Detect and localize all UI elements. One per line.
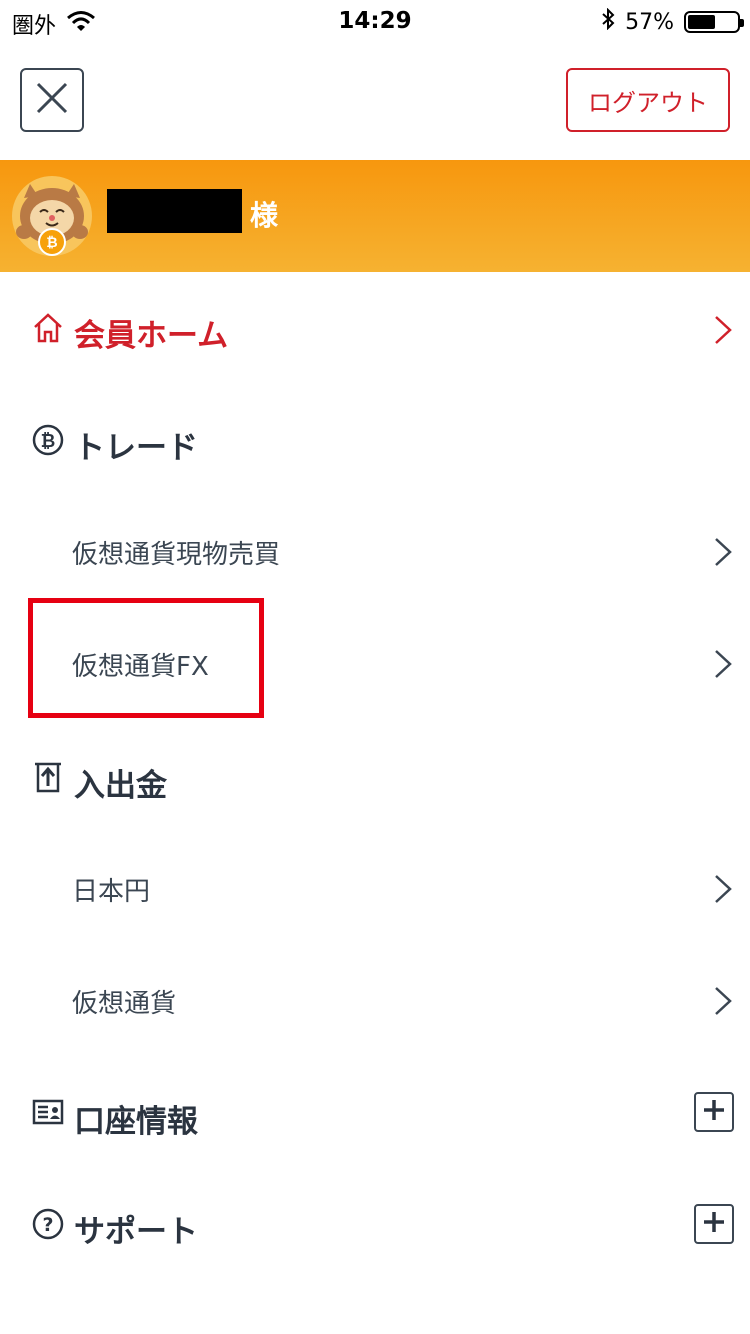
logout-button[interactable]: ログアウト (566, 68, 730, 132)
question-icon: ? (32, 1208, 64, 1240)
support-label: サポート (74, 1214, 198, 1250)
menu-item-spot-trading[interactable]: 仮想通貨現物売買 (0, 502, 750, 602)
chevron-right-icon (714, 315, 732, 345)
battery-icon (684, 11, 744, 33)
chevron-right-icon (714, 986, 732, 1016)
plus-icon (702, 1098, 726, 1126)
bluetooth-icon (601, 7, 615, 36)
trade-label: トレード (74, 430, 198, 466)
status-bar: 圏外 14:29 57% (0, 0, 750, 40)
close-button[interactable] (20, 68, 84, 132)
expand-button[interactable] (694, 1092, 734, 1132)
battery-level (688, 15, 715, 29)
user-banner: ₿ 様 (0, 160, 750, 272)
battery-percent: 57% (625, 9, 674, 35)
chevron-right-icon (714, 649, 732, 679)
crypto-label: 仮想通貨 (72, 989, 177, 1019)
menu-item-crypto[interactable]: 仮想通貨 (0, 950, 750, 1050)
svg-text:?: ? (42, 1214, 53, 1236)
avatar: ₿ (12, 176, 92, 256)
menu-item-account[interactable]: 口座情報 (0, 1062, 750, 1162)
redacted-username (107, 189, 242, 233)
svg-text:₿: ₿ (41, 431, 56, 452)
honorific-label: 様 (250, 199, 279, 232)
menu-item-jpy[interactable]: 日本円 (0, 838, 750, 938)
section-deposit: 入出金 (0, 728, 750, 828)
id-card-icon (32, 1098, 64, 1130)
spot-trading-label: 仮想通貨現物売買 (72, 540, 281, 570)
expand-button[interactable] (694, 1204, 734, 1244)
highlight-frame (28, 598, 264, 718)
transfer-icon (32, 761, 64, 793)
chevron-right-icon (714, 874, 732, 904)
deposit-label: 入出金 (74, 768, 167, 804)
section-trade: ₿ トレード (0, 390, 750, 490)
bitcoin-icon: ₿ (32, 424, 64, 456)
menu-item-support[interactable]: ? サポート (0, 1174, 750, 1274)
home-label: 会員ホーム (74, 318, 229, 354)
menu-item-home[interactable]: 会員ホーム (0, 280, 750, 380)
svg-text:₿: ₿ (46, 235, 57, 251)
plus-icon (702, 1210, 726, 1238)
home-icon (32, 312, 64, 344)
close-icon (35, 81, 69, 119)
account-label: 口座情報 (74, 1104, 198, 1140)
chevron-right-icon (714, 537, 732, 567)
jpy-label: 日本円 (72, 877, 151, 907)
